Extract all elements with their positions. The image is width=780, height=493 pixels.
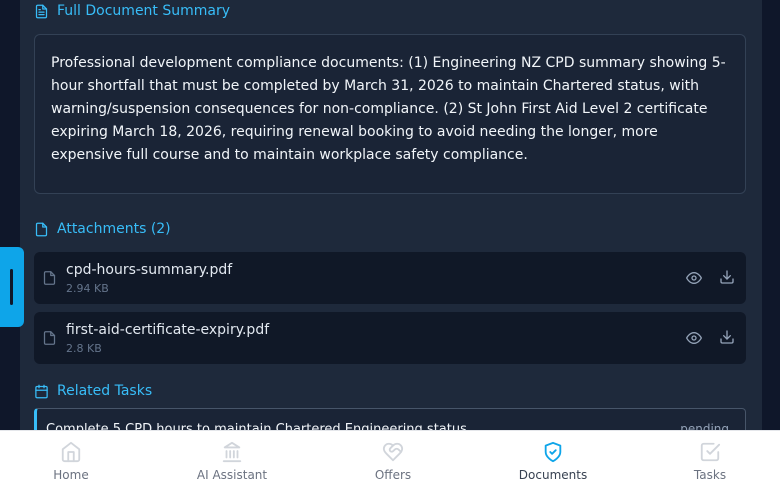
attachment-item[interactable]: first-aid-certificate-expiry.pdf 2.8 KB xyxy=(34,312,746,364)
nav-documents[interactable]: Documents xyxy=(493,431,613,493)
summary-title: Full Document Summary xyxy=(57,3,231,19)
summary-text: Professional development compliance docu… xyxy=(51,55,726,163)
nav-offers[interactable]: Offers xyxy=(333,431,453,493)
attachments-title: Attachments (2) xyxy=(57,221,171,237)
attachment-item[interactable]: cpd-hours-summary.pdf 2.94 KB xyxy=(34,252,746,304)
handle-grip xyxy=(10,269,13,305)
nav-tasks[interactable]: Tasks xyxy=(650,431,770,493)
eye-icon[interactable] xyxy=(685,270,703,286)
document-icon xyxy=(35,4,48,18)
attachment-name: first-aid-certificate-expiry.pdf xyxy=(66,322,270,338)
summary-card: Professional development compliance docu… xyxy=(34,34,746,194)
nav-label: Home xyxy=(53,468,89,482)
task-status: pending xyxy=(680,422,729,430)
file-icon xyxy=(35,222,48,236)
bank-icon xyxy=(222,441,242,463)
nav-label: Documents xyxy=(518,468,588,482)
related-tasks-title: Related Tasks xyxy=(57,383,153,399)
attachment-size: 2.94 KB xyxy=(66,282,109,295)
file-icon xyxy=(43,271,56,285)
task-card[interactable]: Complete 5 CPD hours to maintain Charter… xyxy=(34,408,746,430)
related-tasks-section-header: Related Tasks xyxy=(34,383,152,399)
shield-check-icon xyxy=(544,441,562,463)
bottom-nav: Home AI Assistant Offers Documents Tasks xyxy=(0,430,780,493)
nav-label: AI Assistant xyxy=(196,468,268,482)
file-icon xyxy=(43,331,56,345)
attachment-size: 2.8 KB xyxy=(66,342,102,355)
check-square-icon xyxy=(700,442,721,462)
calendar-icon xyxy=(35,384,48,398)
side-drawer-handle[interactable] xyxy=(0,247,24,327)
download-icon[interactable] xyxy=(719,269,735,285)
heart-handshake-icon xyxy=(382,442,404,462)
eye-icon[interactable] xyxy=(685,330,703,346)
attachments-section-header: Attachments (2) xyxy=(34,221,171,237)
nav-home[interactable]: Home xyxy=(11,431,131,493)
task-title: Complete 5 CPD hours to maintain Charter… xyxy=(46,422,467,430)
attachment-name: cpd-hours-summary.pdf xyxy=(66,262,233,278)
download-icon[interactable] xyxy=(719,329,735,345)
document-detail-panel: Full Document Summary Professional devel… xyxy=(20,0,762,430)
nav-label: Tasks xyxy=(693,468,727,482)
nav-label: Offers xyxy=(374,468,412,482)
home-icon xyxy=(61,441,81,463)
summary-section-header: Full Document Summary xyxy=(34,3,230,19)
nav-ai-assistant[interactable]: AI Assistant xyxy=(172,431,292,493)
